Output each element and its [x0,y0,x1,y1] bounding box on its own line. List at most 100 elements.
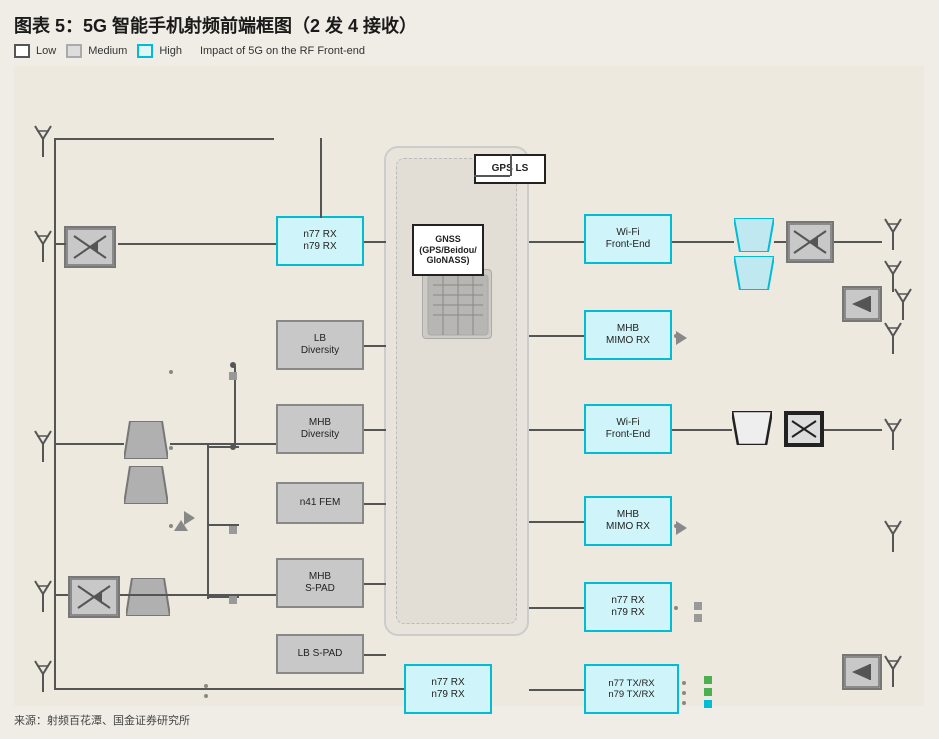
tri-right-mimo1 [676,331,687,345]
dot-mimo1 [674,334,678,338]
tri-right-mimo2 [676,521,687,535]
line-mhb-spad-to-phone [364,583,386,585]
dot-bot-2 [204,694,208,698]
hline-gps [474,175,510,177]
phone-shape [384,146,529,636]
line-wifi2-to-trap [672,429,732,431]
line-n77-to-phone [364,241,386,243]
line-mhb-div-to-phone [364,429,386,431]
page-title: 图表 5：5G 智能手机射频前端框图（2 发 4 接收） [14,12,925,38]
line-lb-spad-to-phone [364,654,386,656]
block-n41-fem: n41 FEM [276,482,364,524]
source-text: 来源：射频百花潭、国金证券研究所 [14,712,925,728]
line-phone-to-mimo1 [529,335,584,337]
line-trap-to-comp1 [774,241,786,243]
line-trap-to-ant3 [824,429,882,431]
antenna-right-2 [882,318,904,354]
antenna-right-4 [882,516,904,552]
dot-txrx-3 [682,701,686,705]
hline-ant4-b [120,594,276,596]
comp-right-1 [786,221,834,263]
sq-left-2 [229,526,237,534]
legend-high-label: High [159,45,182,57]
antenna-left-4 [32,576,54,612]
antenna-right-1 [882,214,904,250]
antenna-left-5 [32,656,54,692]
line-lb-to-phone [364,345,386,347]
hline-ant2-to-block [118,243,276,245]
antenna-top-left [32,121,54,157]
line-top-ant [54,138,274,140]
sq-left-1 [229,372,237,380]
line-phone-to-n77r [529,607,584,609]
sq-green-2 [704,688,712,696]
block-n77-rx-n79-rx-bot: n77 RXn79 RX [404,664,492,714]
dot-txrx-1 [682,681,686,685]
dot-txrx-2 [682,691,686,695]
line-phone-to-wifi1 [529,241,584,243]
hline-ant3 [54,443,124,445]
trap-right-1 [734,218,774,252]
vline-left-2 [207,444,209,599]
dot-node-1 [169,370,173,374]
dot-left-1 [230,362,236,368]
legend-low-label: Low [36,45,56,57]
hline-bottom [54,688,404,690]
sq-green-1 [704,676,712,684]
antenna-left-2 [32,226,54,262]
block-mhb-mimo-rx-2: MHBMIMO RX [584,496,672,546]
line-phone-to-txrx [529,689,584,691]
comp-left-2 [68,576,120,618]
dot-mimo2 [674,524,678,528]
legend-low-box [14,44,30,58]
legend-medium-box [66,44,82,58]
block-lb-diversity: LBDiversity [276,320,364,370]
dot-node-2 [169,446,173,450]
hline-ant3-b [170,443,276,445]
block-lb-spad: LB S-PAD [276,634,364,674]
block-n77-rx-n79-rx-top: n77 RXn79 RX [276,216,364,266]
line-wifi1-to-trap [672,241,734,243]
trap-left-3 [126,578,170,616]
trap-right-2 [734,256,774,290]
dot-bot-1 [204,684,208,688]
hline-conn-1 [207,446,239,448]
trap-left-2 [124,466,168,504]
vline-n77-top [320,138,322,218]
page: 图表 5：5G 智能手机射频前端框图（2 发 4 接收） Low Medium … [0,0,939,739]
line-phone-to-wifi2 [529,429,584,431]
line-phone-to-mimo2 [529,521,584,523]
legend-desc: Impact of 5G on the RF Front-end [200,45,365,57]
chip [422,269,492,339]
block-mhb-spad: MHBS-PAD [276,558,364,608]
antenna-right-3 [882,414,904,450]
comp-right-bot [842,654,882,690]
legend: Low Medium High Impact of 5G on the RF F… [14,44,925,58]
block-gnss: GNSS(GPS/Beidou/GloNASS) [412,224,484,276]
sq-n77-right-1 [694,602,702,610]
diagram: n77 RXn79 RX LBDiversity MHBDiversity n4… [14,66,924,706]
dot-node-3 [169,524,173,528]
sq-n77-right-2 [694,614,702,622]
vline-left-main [54,138,56,688]
block-mhb-diversity: MHBDiversity [276,404,364,454]
trap-left-1 [124,421,168,459]
antenna-left-3 [32,426,54,462]
antenna-right-1c [892,284,914,320]
comp-right-2 [784,411,824,447]
antenna-right-5 [882,651,904,687]
comp-right-diode-1 [842,286,882,322]
legend-high-box [137,44,153,58]
tri-up-left [174,520,188,531]
block-wifi-frontend-1: Wi-FiFront-End [584,214,672,264]
sq-left-3 [229,596,237,604]
block-n77-rx-n79-rx-right: n77 RXn79 RX [584,582,672,632]
block-n77-txrx: n77 TX/RXn79 TX/RX [584,664,679,714]
line-n41-to-phone [364,503,386,505]
block-wifi-frontend-2: Wi-FiFront-End [584,404,672,454]
sq-cyan-1 [704,700,712,708]
trap-right-3 [732,411,772,445]
line-comp1-to-ant [834,241,882,243]
block-mhb-mimo-rx-1: MHBMIMO RX [584,310,672,360]
vline-gps [510,154,512,176]
